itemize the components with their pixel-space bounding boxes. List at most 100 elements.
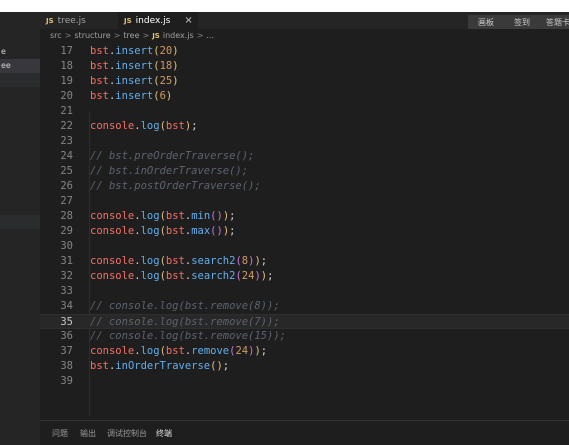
code-token: console — [90, 120, 135, 132]
code-line[interactable]: 30 — [40, 239, 569, 254]
tab-problems[interactable]: 问题 — [52, 428, 68, 439]
code-line[interactable]: 24 // bst.preOrderTraverse(); — [40, 149, 569, 164]
code-token: ) — [165, 90, 173, 102]
line-number: 34 — [60, 300, 73, 312]
chevron-right-icon: > — [64, 31, 72, 40]
code-token: search2 — [191, 255, 236, 267]
explorer-item[interactable]: e — [0, 45, 40, 59]
code-token: () — [210, 210, 223, 222]
code-text: bst.insert(18) — [90, 59, 179, 74]
code-token: log — [140, 120, 160, 132]
code-line[interactable]: 23 — [40, 134, 569, 149]
code-line[interactable]: 31 console.log(bst.search2(8)); — [40, 254, 569, 269]
code-line[interactable]: 32 console.log(bst.search2(24)); — [40, 269, 569, 284]
code-token: ; — [191, 120, 198, 132]
code-line[interactable]: 36 // console.log(bst.remove(15)); — [40, 329, 569, 344]
answer-card-button[interactable]: 答题卡 — [540, 15, 569, 29]
line-number: 39 — [60, 375, 73, 387]
close-icon[interactable]: × — [184, 15, 192, 26]
code-line[interactable]: 19 bst.insert(25) — [40, 74, 569, 89]
code-token: log — [140, 210, 160, 222]
code-line[interactable]: 39 — [40, 374, 569, 389]
code-token: ) — [172, 75, 179, 87]
breadcrumb-file[interactable]: index.js — [163, 31, 194, 40]
code-line[interactable]: 38 bst.inOrderTraverse(); — [40, 359, 569, 374]
line-number: 29 — [60, 225, 73, 237]
code-text: console.log(bst.max()); — [90, 224, 235, 239]
line-number: 25 — [60, 165, 73, 177]
code-token: console — [90, 255, 135, 267]
line-number: 32 — [60, 270, 73, 282]
code-token: () — [210, 225, 223, 237]
code-line[interactable]: 26 // bst.postOrderTraverse(); — [40, 179, 569, 194]
explorer-sidebar: e ee — [0, 12, 40, 445]
line-number: 22 — [60, 120, 73, 132]
explorer-item-selected[interactable]: ee — [0, 59, 40, 73]
code-line[interactable]: 20 bst.insert(6) — [40, 89, 569, 104]
sketchpad-button[interactable]: 画板 — [468, 15, 504, 29]
code-token: console — [90, 210, 135, 222]
breadcrumb-more[interactable]: ... — [206, 31, 214, 40]
code-text: console.log(bst.remove(24)); — [90, 344, 267, 359]
tab-index-js[interactable]: JS index.js × — [118, 12, 198, 29]
breadcrumb-item[interactable]: tree — [123, 31, 139, 40]
line-number: 23 — [60, 135, 73, 147]
line-number: 18 — [60, 60, 73, 72]
code-line[interactable]: 29 console.log(bst.max()); — [40, 224, 569, 239]
code-line[interactable]: 37 console.log(bst.remove(24)); — [40, 344, 569, 359]
code-token: console — [90, 225, 135, 237]
chevron-right-icon: > — [113, 31, 121, 40]
code-text: bst.insert(20) — [90, 44, 179, 59]
code-text: console.log(bst.search2(8)); — [90, 254, 267, 269]
code-line[interactable]: 22 console.log(bst); — [40, 119, 569, 134]
tab-terminal[interactable]: 终端 — [156, 428, 172, 439]
code-line[interactable]: 33 — [40, 284, 569, 299]
code-line[interactable]: 25 // bst.inOrderTraverse(); — [40, 164, 569, 179]
code-text: // console.log(bst.remove(15)); — [90, 329, 286, 344]
code-text: // bst.preOrderTraverse(); — [90, 149, 254, 164]
code-line[interactable]: 35 // console.log(bst.remove(7)); — [40, 314, 569, 329]
code-token: log — [140, 225, 160, 237]
explorer-item-hover[interactable] — [0, 215, 40, 229]
code-token: max — [191, 225, 211, 237]
line-number: 20 — [60, 90, 73, 102]
code-line[interactable]: 17 bst.insert(20) — [40, 44, 569, 59]
line-number: 33 — [60, 285, 73, 297]
code-token: 24 — [241, 270, 255, 282]
line-number: 17 — [60, 45, 73, 57]
code-line[interactable]: 27 — [40, 194, 569, 209]
code-token: bst — [165, 345, 185, 357]
code-token: bst — [165, 120, 185, 132]
breadcrumb-item[interactable]: src — [50, 31, 62, 40]
code-token: ; — [267, 270, 274, 282]
code-token: bst — [165, 270, 185, 282]
code-line[interactable]: 28 console.log(bst.min()); — [40, 209, 569, 224]
line-number: 26 — [60, 180, 73, 192]
code-token: bst — [90, 90, 109, 102]
line-number: 37 — [60, 345, 73, 357]
top-strip — [0, 0, 569, 12]
tab-debug-console[interactable]: 调试控制台 — [107, 428, 147, 439]
code-line[interactable]: 21 — [40, 104, 569, 119]
js-file-icon: JS — [46, 16, 54, 25]
code-token: insert — [115, 90, 154, 102]
code-token: // console.log(bst.remove(7)); — [90, 316, 280, 328]
breadcrumb-item[interactable]: structure — [74, 31, 110, 40]
code-text: // console.log(bst.remove(7)); — [90, 315, 280, 330]
explorer-item-hover[interactable] — [0, 73, 40, 87]
code-token: console — [90, 270, 135, 282]
code-token: search2 — [191, 270, 236, 282]
code-text: bst.insert(25) — [90, 74, 179, 89]
code-token: bst — [165, 210, 185, 222]
code-token: log — [140, 255, 160, 267]
code-line[interactable]: 34 // console.log(bst.remove(8)); — [40, 299, 569, 314]
checkin-button[interactable]: 签到 — [504, 15, 540, 29]
code-token: bst — [90, 75, 109, 87]
code-text: bst.inOrderTraverse(); — [90, 359, 229, 374]
tab-tree-js[interactable]: JS tree.js — [40, 12, 116, 29]
code-token: 20 — [159, 45, 173, 57]
code-editor[interactable]: 17 bst.insert(20) 18 bst.insert(18) 19 bst.in… — [40, 43, 569, 420]
tab-output[interactable]: 输出 — [80, 428, 96, 439]
bottom-panel: 问题 输出 调试控制台 终端 — [40, 420, 569, 445]
code-line[interactable]: 18 bst.insert(18) — [40, 59, 569, 74]
